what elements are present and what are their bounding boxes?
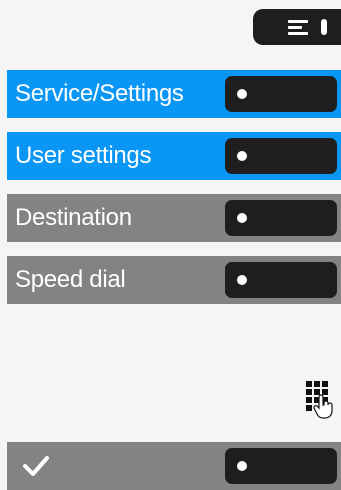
menu-indicator [321, 19, 327, 35]
footer-row[interactable] [7, 442, 341, 490]
menu-item-user-settings[interactable]: User settings [7, 132, 341, 180]
checkmark-icon [23, 456, 49, 476]
dot-icon [237, 89, 247, 99]
menu-item-label: Service/Settings [15, 80, 184, 107]
dot-icon [237, 213, 247, 223]
menu-item-destination[interactable]: Destination [7, 194, 341, 242]
menu-item-label: User settings [15, 142, 152, 169]
menu-item-service-settings[interactable]: Service/Settings [7, 70, 341, 118]
softkey-user-settings[interactable] [225, 138, 337, 174]
dot-icon [237, 151, 247, 161]
menu-item-speed-dial[interactable]: Speed dial [7, 256, 341, 304]
menu-button[interactable] [253, 9, 341, 45]
softkey-confirm[interactable] [225, 448, 337, 484]
softkey-service-settings[interactable] [225, 76, 337, 112]
keypad-touch-icon [306, 381, 333, 419]
menu-item-label: Speed dial [15, 266, 126, 293]
softkey-speed-dial[interactable] [225, 262, 337, 298]
dot-icon [237, 461, 247, 471]
softkey-destination[interactable] [225, 200, 337, 236]
menu-item-label: Destination [15, 204, 132, 231]
dot-icon [237, 275, 247, 285]
